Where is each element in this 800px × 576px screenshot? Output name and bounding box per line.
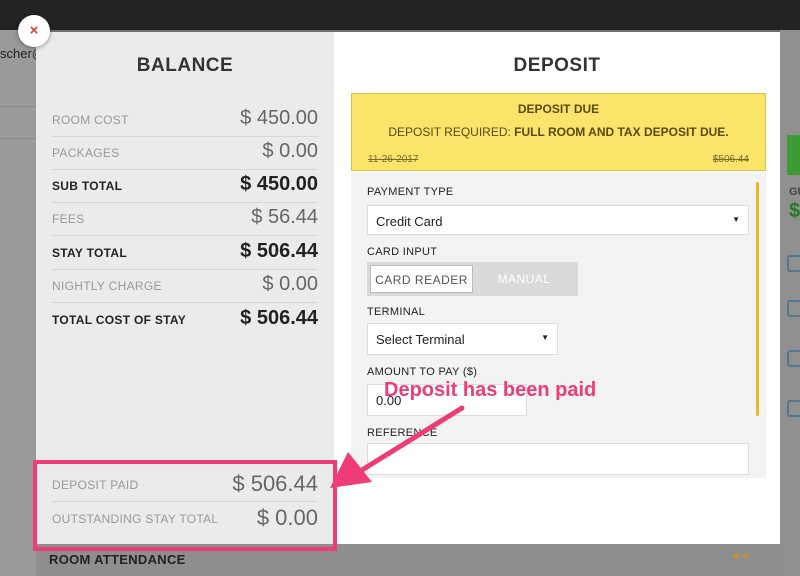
annotation-text: Deposit has been paid xyxy=(384,379,597,401)
annotation-arrow xyxy=(330,405,465,488)
